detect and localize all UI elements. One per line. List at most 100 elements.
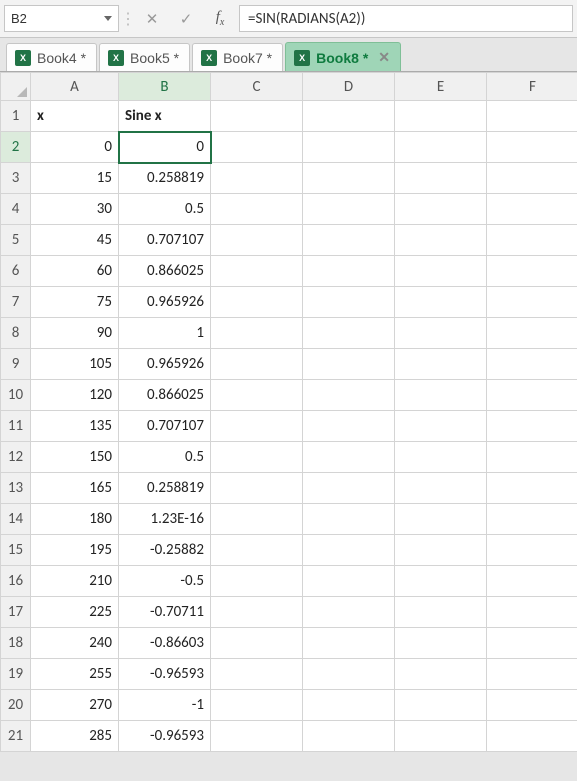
cell[interactable]: [211, 535, 303, 566]
cell[interactable]: [303, 380, 395, 411]
cell[interactable]: 0.258819: [119, 163, 211, 194]
cell[interactable]: [487, 473, 577, 504]
cell[interactable]: [487, 535, 577, 566]
row-header[interactable]: 15: [1, 535, 31, 566]
cell[interactable]: [395, 690, 487, 721]
cell[interactable]: [211, 721, 303, 752]
select-all-corner[interactable]: [1, 73, 31, 101]
cell[interactable]: [303, 163, 395, 194]
row-header[interactable]: 20: [1, 690, 31, 721]
chevron-down-icon[interactable]: [104, 16, 112, 21]
cell[interactable]: [487, 566, 577, 597]
row-header[interactable]: 9: [1, 349, 31, 380]
row-header[interactable]: 4: [1, 194, 31, 225]
cell[interactable]: 210: [31, 566, 119, 597]
cell[interactable]: [395, 287, 487, 318]
column-header[interactable]: D: [303, 73, 395, 101]
cell[interactable]: [303, 287, 395, 318]
cell[interactable]: [395, 318, 487, 349]
cell[interactable]: [303, 504, 395, 535]
cell[interactable]: 240: [31, 628, 119, 659]
cell[interactable]: [487, 287, 577, 318]
cell[interactable]: [487, 597, 577, 628]
row-header[interactable]: 13: [1, 473, 31, 504]
column-header[interactable]: E: [395, 73, 487, 101]
cell[interactable]: [211, 442, 303, 473]
cell[interactable]: 0.258819: [119, 473, 211, 504]
cell[interactable]: [395, 101, 487, 132]
cell[interactable]: [211, 225, 303, 256]
cell[interactable]: [487, 163, 577, 194]
cell[interactable]: [211, 380, 303, 411]
cell[interactable]: [487, 628, 577, 659]
cell[interactable]: [211, 411, 303, 442]
row-header[interactable]: 18: [1, 628, 31, 659]
cell[interactable]: -0.86603: [119, 628, 211, 659]
cell[interactable]: 15: [31, 163, 119, 194]
cell[interactable]: 150: [31, 442, 119, 473]
cell[interactable]: [211, 287, 303, 318]
cell[interactable]: 0.5: [119, 194, 211, 225]
cell[interactable]: 180: [31, 504, 119, 535]
cell[interactable]: [211, 690, 303, 721]
cell[interactable]: [395, 473, 487, 504]
row-header[interactable]: 5: [1, 225, 31, 256]
cell[interactable]: [211, 132, 303, 163]
cell[interactable]: 225: [31, 597, 119, 628]
cell[interactable]: [395, 225, 487, 256]
cell[interactable]: 165: [31, 473, 119, 504]
cell[interactable]: 0.965926: [119, 349, 211, 380]
cell[interactable]: [303, 597, 395, 628]
cell[interactable]: 0.866025: [119, 380, 211, 411]
cell[interactable]: 105: [31, 349, 119, 380]
cell[interactable]: [395, 349, 487, 380]
column-header[interactable]: A: [31, 73, 119, 101]
cell[interactable]: -0.96593: [119, 721, 211, 752]
cell[interactable]: [303, 628, 395, 659]
row-header[interactable]: 1: [1, 101, 31, 132]
cell[interactable]: 270: [31, 690, 119, 721]
cell[interactable]: [303, 318, 395, 349]
cell[interactable]: [211, 318, 303, 349]
cell[interactable]: [395, 442, 487, 473]
cell[interactable]: -0.5: [119, 566, 211, 597]
cell[interactable]: [303, 132, 395, 163]
row-header[interactable]: 16: [1, 566, 31, 597]
cell[interactable]: [487, 504, 577, 535]
cell[interactable]: [487, 349, 577, 380]
cell[interactable]: [395, 659, 487, 690]
cell[interactable]: 120: [31, 380, 119, 411]
row-header[interactable]: 6: [1, 256, 31, 287]
cell[interactable]: 0.965926: [119, 287, 211, 318]
cell[interactable]: [487, 721, 577, 752]
cell[interactable]: [303, 411, 395, 442]
column-header[interactable]: B: [119, 73, 211, 101]
cell[interactable]: [211, 473, 303, 504]
cell[interactable]: [395, 163, 487, 194]
cell[interactable]: 75: [31, 287, 119, 318]
cell[interactable]: [303, 690, 395, 721]
cell[interactable]: [303, 721, 395, 752]
cell[interactable]: [487, 380, 577, 411]
cell[interactable]: [211, 659, 303, 690]
cell[interactable]: x: [31, 101, 119, 132]
cell[interactable]: [395, 566, 487, 597]
cell[interactable]: [395, 411, 487, 442]
cell[interactable]: -0.96593: [119, 659, 211, 690]
row-header[interactable]: 10: [1, 380, 31, 411]
cell[interactable]: [395, 504, 487, 535]
cell[interactable]: [487, 101, 577, 132]
cell[interactable]: 90: [31, 318, 119, 349]
cell[interactable]: [395, 194, 487, 225]
cell[interactable]: [395, 628, 487, 659]
row-header[interactable]: 17: [1, 597, 31, 628]
cell[interactable]: [487, 225, 577, 256]
cell[interactable]: 0.5: [119, 442, 211, 473]
cell[interactable]: [211, 597, 303, 628]
row-header[interactable]: 21: [1, 721, 31, 752]
cell[interactable]: [211, 566, 303, 597]
cell[interactable]: 0.707107: [119, 411, 211, 442]
cell[interactable]: 255: [31, 659, 119, 690]
row-header[interactable]: 8: [1, 318, 31, 349]
row-header[interactable]: 3: [1, 163, 31, 194]
